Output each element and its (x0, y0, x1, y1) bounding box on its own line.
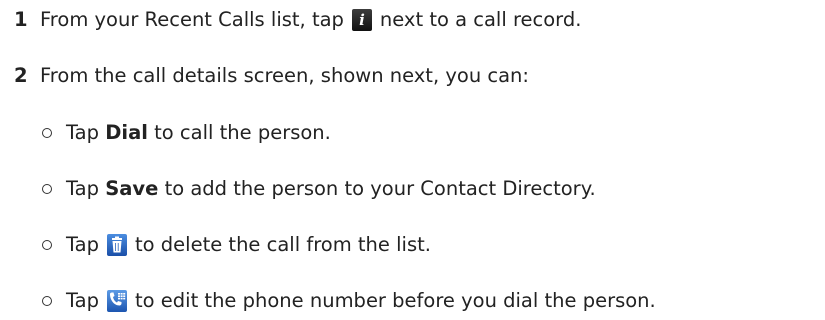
step-number: 2 (14, 64, 28, 87)
option-suffix: to delete the call from the list. (135, 233, 431, 256)
option-prefix: Tap (66, 121, 100, 144)
step-text-after: next to a call record. (379, 8, 582, 31)
trash-icon (107, 234, 128, 256)
option-edit-number: Tap to edit the phone number before you … (42, 287, 656, 315)
step-number: 1 (14, 8, 28, 31)
step-text-before: From your Recent Calls list, tap (40, 8, 344, 31)
option-bold-label: Dial (105, 121, 148, 144)
option-prefix: Tap (66, 177, 100, 200)
option-save: Tap Save to add the person to your Conta… (42, 175, 596, 203)
bullet-circle-icon (42, 296, 52, 306)
option-prefix: Tap (66, 233, 100, 256)
step-2: 2 From the call details screen, shown ne… (14, 62, 529, 90)
option-bold-label: Save (105, 177, 159, 200)
phone-keypad-icon (107, 290, 128, 312)
step-1: 1 From your Recent Calls list, tap i nex… (14, 6, 581, 34)
step-text: From the call details screen, shown next… (40, 64, 529, 87)
bullet-circle-icon (42, 184, 52, 194)
option-dial: Tap Dial to call the person. (42, 119, 331, 147)
option-suffix: to add the person to your Contact Direct… (164, 177, 596, 200)
option-prefix: Tap (66, 289, 100, 312)
info-icon: i (351, 9, 372, 31)
option-suffix: to call the person. (154, 121, 331, 144)
bullet-circle-icon (42, 128, 52, 138)
option-delete: Tap to delete the call from the list. (42, 231, 431, 259)
option-suffix: to edit the phone number before you dial… (135, 289, 656, 312)
bullet-circle-icon (42, 240, 52, 250)
